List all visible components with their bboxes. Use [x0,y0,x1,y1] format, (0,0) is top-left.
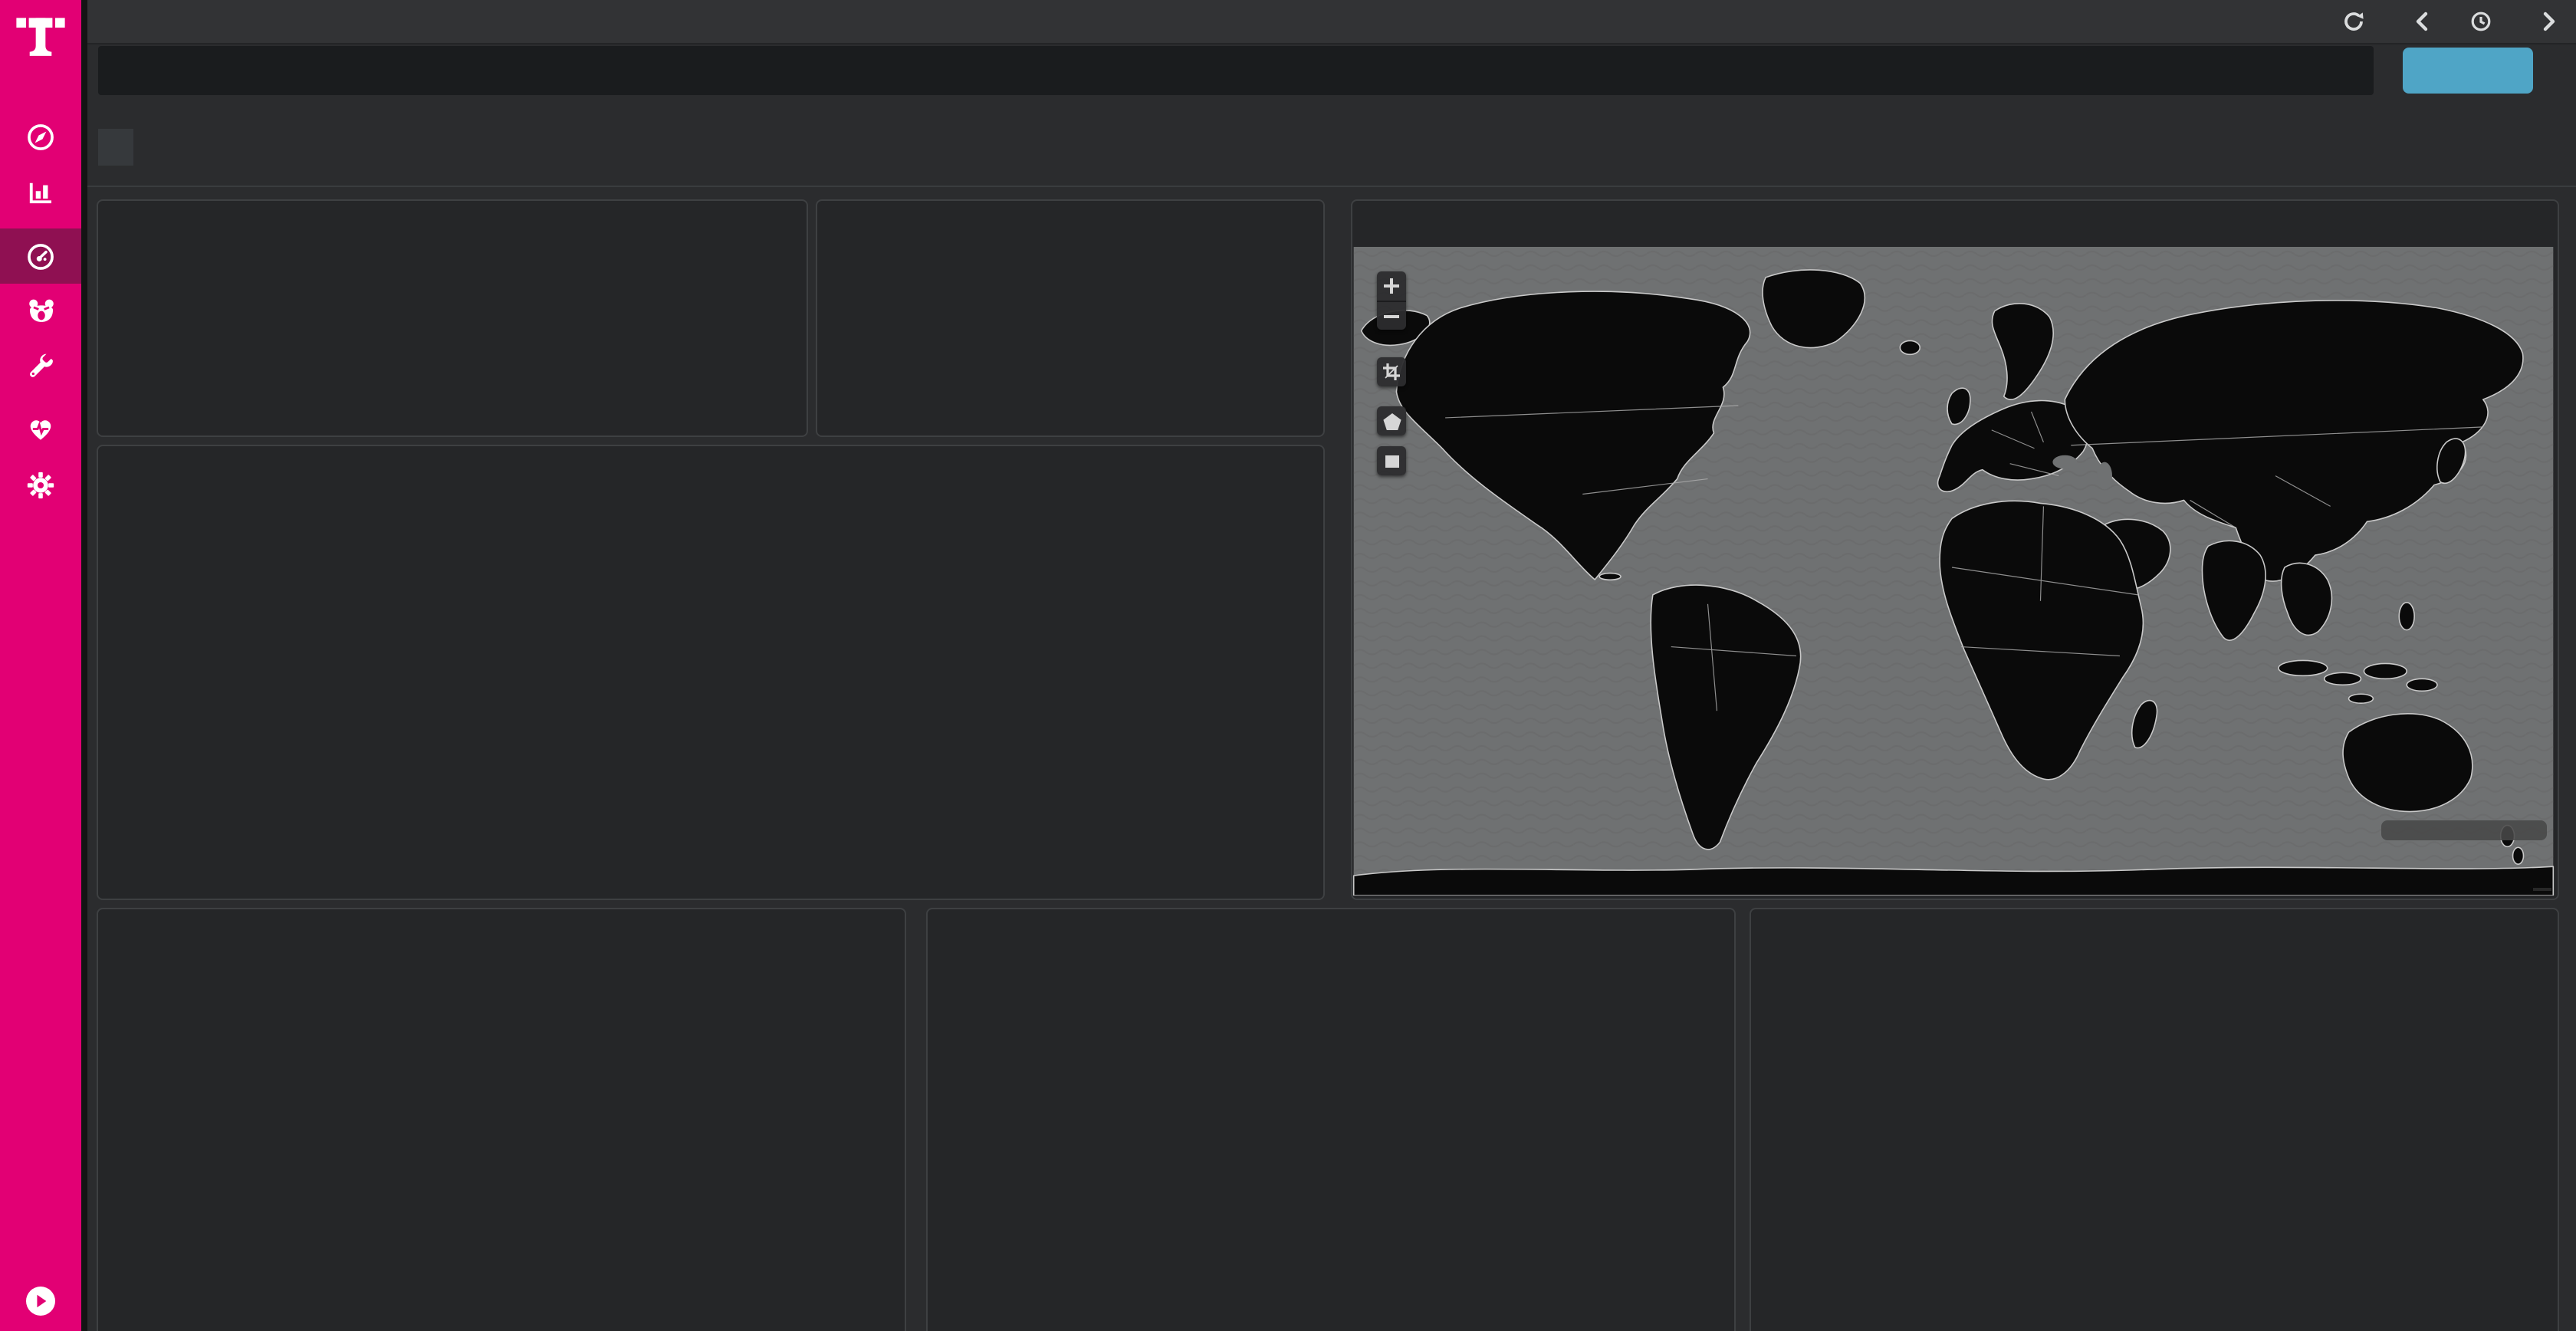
clock-icon [2470,11,2492,32]
top-nav-bar [87,0,2576,44]
query-bar [98,46,2374,95]
sidebar-collapse-button[interactable] [26,1287,55,1316]
sidebar-item-visualize[interactable] [0,164,81,219]
map-count-legend [2381,820,2547,840]
panel-attacks-by-country-histogram [1750,908,2559,1331]
plus-icon [1382,276,1401,296]
panel-src-ip-reputation [97,908,906,1331]
line-chart [98,446,1323,899]
panel-attacks-metric [816,199,1325,437]
sidebar-divider [81,0,87,1331]
panel-attacks-bar [97,199,808,437]
refresh-button[interactable] [2403,48,2533,94]
telekom-t-logo [15,8,66,60]
time-forward-button[interactable] [2542,11,2556,32]
breadcrumb [98,10,120,33]
minus-icon [1382,307,1401,327]
sidebar-item-sentinl[interactable] [0,284,81,339]
map-zoom-controls [1377,271,1406,330]
refresh-icon [2343,11,2364,32]
wrench-icon [25,353,56,383]
zoom-in-button[interactable] [1377,271,1406,302]
compass-icon [25,120,57,153]
auto-refresh-button[interactable] [2343,11,2374,32]
gear-icon [25,468,57,501]
time-picker-button[interactable] [2470,11,2501,32]
sidebar-item-monitoring[interactable] [0,400,81,455]
heart-pulse-icon [25,412,57,444]
panel-attacks-histogram [97,445,1325,900]
bear-icon [24,294,58,328]
filter-row-divider [87,186,2576,187]
sidebar-item-dashboard[interactable] [0,228,81,284]
add-filter-button[interactable] [98,129,133,166]
gauge-icon [25,240,57,272]
sidebar-item-dev-tools[interactable] [0,340,81,396]
world-map-canvas [1352,247,2555,896]
time-back-button[interactable] [2415,11,2429,32]
draw-rectangle-button[interactable] [1377,446,1406,475]
kibana-dashboard [0,0,2576,1331]
chevron-left-icon [2415,11,2429,32]
world-map[interactable] [1352,247,2555,896]
sidebar [0,0,81,1331]
zoom-out-button[interactable] [1377,302,1406,331]
map-attribution [2533,888,2551,891]
polygon-icon [1381,410,1402,432]
donut-chart [1060,1011,1366,1317]
panel-attack-map [1351,199,2559,900]
top-menu [2177,11,2576,32]
fit-data-bounds-button[interactable] [1377,357,1406,386]
draw-polygon-button[interactable] [1377,406,1406,435]
panel-attacks-by-country [926,908,1736,1331]
sidebar-item-discover[interactable] [0,109,81,164]
bar-chart-icon [25,176,57,208]
sidebar-item-management[interactable] [0,457,81,512]
rectangle-icon [1381,450,1402,472]
play-circle-icon [32,1293,49,1310]
chevron-right-icon [2542,11,2556,32]
search-input[interactable] [124,57,2349,84]
crop-icon [1382,362,1401,382]
area-chart [1751,940,2558,1331]
donut-chart [230,1011,537,1317]
